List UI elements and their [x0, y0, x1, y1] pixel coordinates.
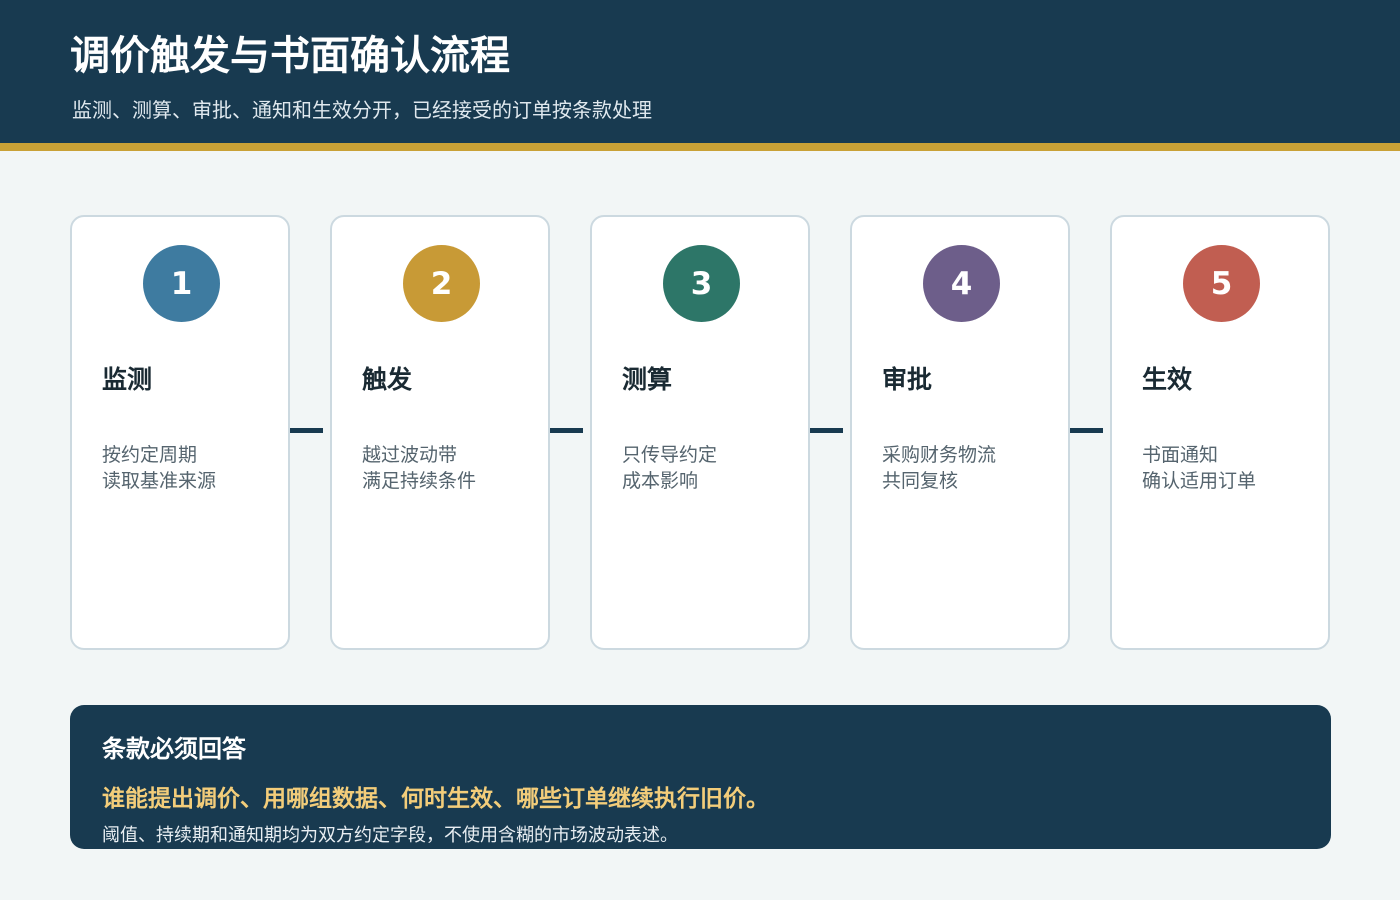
step-description-line: 书面通知 — [1142, 444, 1219, 466]
step-title: 审批 — [882, 365, 933, 394]
step-card-trigger: 2 触发 越过波动带 满足持续条件 — [330, 215, 550, 650]
header-banner: 调价触发与书面确认流程 监测、测算、审批、通知和生效分开，已经接受的订单按条款处… — [0, 0, 1400, 143]
page-title: 调价触发与书面确认流程 — [70, 33, 510, 79]
note-heading: 条款必须回答 — [102, 735, 246, 763]
step-description-line: 成本影响 — [622, 470, 699, 492]
flow-connector — [1070, 428, 1103, 433]
step-card-approve: 4 审批 采购财务物流 共同复核 — [850, 215, 1070, 650]
accent-stripe — [0, 143, 1400, 151]
step-number-badge: 1 — [143, 245, 220, 322]
step-description-line: 读取基准来源 — [102, 470, 217, 492]
step-title: 生效 — [1142, 365, 1193, 394]
step-description-line: 按约定周期 — [102, 444, 198, 466]
step-card-monitor: 1 监测 按约定周期 读取基准来源 — [70, 215, 290, 650]
step-number-badge: 4 — [923, 245, 1000, 322]
step-card-calculate: 3 测算 只传导约定 成本影响 — [590, 215, 810, 650]
step-description-line: 采购财务物流 — [882, 444, 997, 466]
step-description: 采购财务物流 共同复核 — [882, 442, 996, 494]
step-description: 越过波动带 满足持续条件 — [362, 442, 476, 494]
step-title: 监测 — [102, 365, 153, 394]
step-title: 触发 — [362, 365, 413, 394]
flow-connector — [810, 428, 843, 433]
page-subtitle: 监测、测算、审批、通知和生效分开，已经接受的订单按条款处理 — [72, 98, 652, 122]
step-description-line: 共同复核 — [882, 470, 959, 492]
note-body: 阈值、持续期和通知期均为双方约定字段，不使用含糊的市场波动表述。 — [102, 825, 678, 846]
step-description: 书面通知 确认适用订单 — [1142, 442, 1256, 494]
step-description-line: 只传导约定 — [622, 444, 718, 466]
note-highlight: 谁能提出调价、用哪组数据、何时生效、哪些订单继续执行旧价。 — [102, 786, 769, 812]
flow-connector — [290, 428, 323, 433]
step-description: 只传导约定 成本影响 — [622, 442, 717, 494]
step-title: 测算 — [622, 365, 673, 394]
step-description: 按约定周期 读取基准来源 — [102, 442, 216, 494]
step-card-effective: 5 生效 书面通知 确认适用订单 — [1110, 215, 1330, 650]
step-description-line: 满足持续条件 — [362, 470, 477, 492]
step-description-line: 确认适用订单 — [1142, 470, 1257, 492]
step-number-badge: 5 — [1183, 245, 1260, 322]
step-number-badge: 3 — [663, 245, 740, 322]
step-number-badge: 2 — [403, 245, 480, 322]
flow-connector — [550, 428, 583, 433]
terms-note-panel: 条款必须回答 谁能提出调价、用哪组数据、何时生效、哪些订单继续执行旧价。 阈值、… — [70, 705, 1331, 849]
step-description-line: 越过波动带 — [362, 444, 458, 466]
